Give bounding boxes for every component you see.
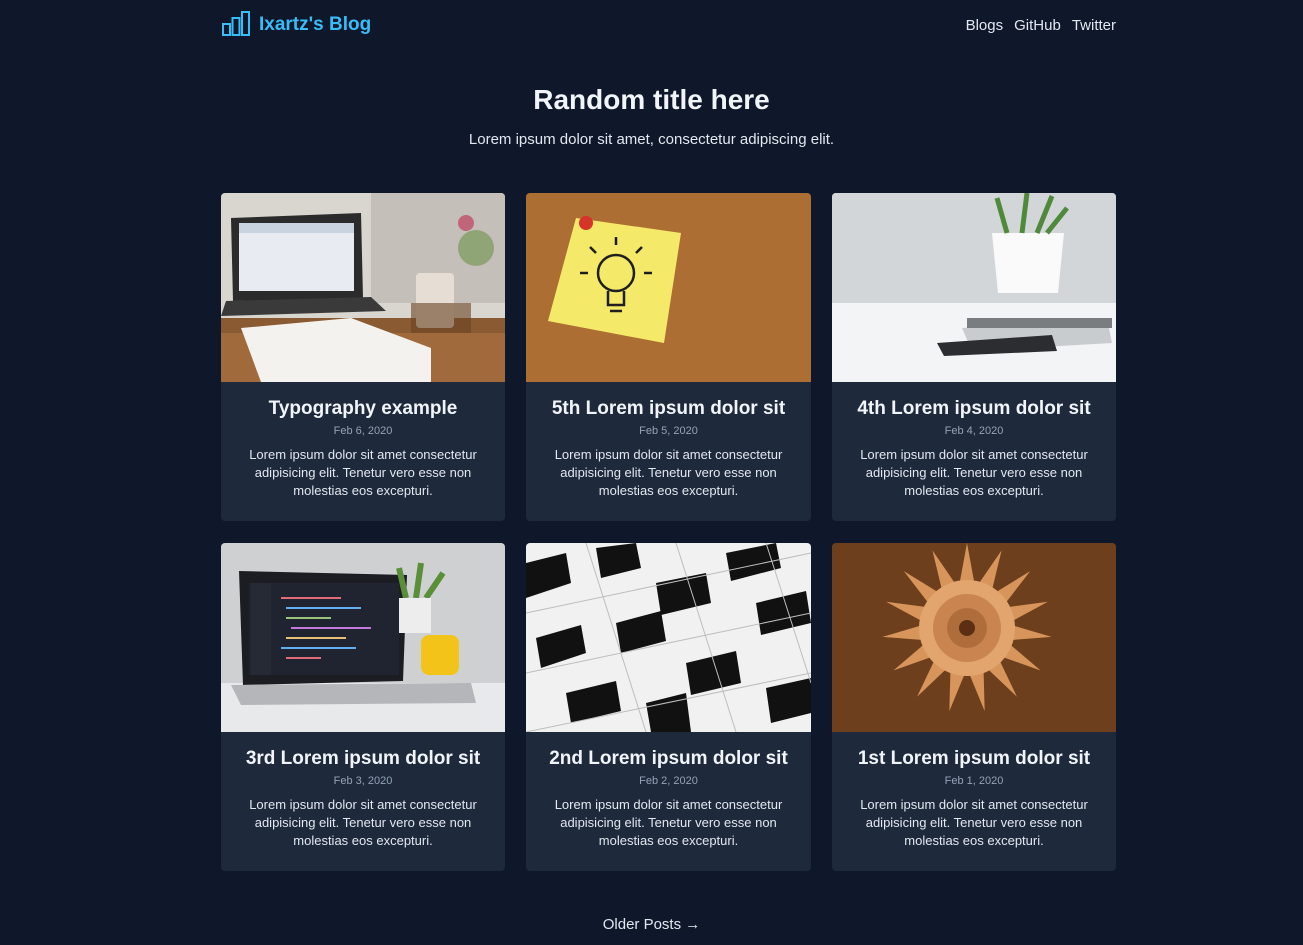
- page-title: Random title here: [533, 84, 770, 115]
- hero-section: Random title here Lorem ipsum dolor sit …: [0, 80, 1303, 148]
- post-date: Feb 2, 2020: [639, 775, 698, 787]
- post-card[interactable]: 2nd Lorem ipsum dolor sit Feb 2, 2020 Lo…: [526, 543, 811, 871]
- older-posts-link[interactable]: Older Posts →: [603, 916, 701, 933]
- post-grid: Typography example Feb 6, 2020 Lorem ips…: [221, 193, 1116, 871]
- post-title: 1st Lorem ipsum dolor sit: [857, 748, 1091, 769]
- nav-link-github[interactable]: GitHub: [1014, 17, 1061, 34]
- nav-link-twitter[interactable]: Twitter: [1072, 17, 1116, 34]
- post-card[interactable]: 4th Lorem ipsum dolor sit Feb 4, 2020 Lo…: [832, 193, 1116, 521]
- post-card[interactable]: 1st Lorem ipsum dolor sit Feb 1, 2020 Lo…: [832, 543, 1116, 871]
- top-nav: Ixartz's Blog Blogs GitHub Twitter: [221, 0, 1116, 50]
- post-card[interactable]: 3rd Lorem ipsum dolor sit Feb 3, 2020 Lo…: [221, 543, 505, 871]
- post-title: 5th Lorem ipsum dolor sit: [551, 398, 786, 419]
- post-title: 4th Lorem ipsum dolor sit: [857, 398, 1091, 419]
- post-date: Feb 5, 2020: [639, 425, 698, 437]
- post-card[interactable]: 5th Lorem ipsum dolor sit Feb 5, 2020 Lo…: [526, 193, 811, 521]
- pagination: Older Posts →: [0, 916, 1303, 933]
- post-date: Feb 3, 2020: [333, 775, 393, 787]
- post-date: Feb 1, 2020: [944, 775, 1004, 787]
- post-card[interactable]: Typography example Feb 6, 2020 Lorem ips…: [221, 193, 505, 521]
- post-thumbnail: [526, 543, 811, 732]
- nav-links: Blogs GitHub Twitter: [966, 17, 1116, 34]
- post-title: Typography example: [268, 398, 458, 419]
- post-date: Feb 6, 2020: [333, 425, 393, 437]
- post-title: 3rd Lorem ipsum dolor sit: [245, 748, 481, 769]
- post-thumbnail: [832, 193, 1116, 382]
- post-excerpt: Lorem ipsum dolor sit amet consectetur a…: [249, 797, 477, 848]
- post-thumbnail: [832, 543, 1116, 732]
- post-excerpt: Lorem ipsum dolor sit amet consectetur a…: [860, 797, 1088, 848]
- bar-chart-logo-icon: [221, 10, 251, 41]
- post-title: 2nd Lorem ipsum dolor sit: [549, 748, 788, 769]
- brand-link[interactable]: Ixartz's Blog: [221, 10, 371, 41]
- post-thumbnail: [221, 543, 505, 732]
- post-excerpt: Lorem ipsum dolor sit amet consectetur a…: [554, 447, 783, 498]
- post-date: Feb 4, 2020: [944, 425, 1004, 437]
- post-thumbnail: [221, 193, 505, 382]
- post-excerpt: Lorem ipsum dolor sit amet consectetur a…: [249, 447, 477, 498]
- post-excerpt: Lorem ipsum dolor sit amet consectetur a…: [554, 797, 783, 848]
- brand-name: Ixartz's Blog: [259, 14, 372, 35]
- post-excerpt: Lorem ipsum dolor sit amet consectetur a…: [860, 447, 1088, 498]
- post-thumbnail: [526, 193, 811, 382]
- page-subtitle: Lorem ipsum dolor sit amet, consectetur …: [468, 131, 835, 148]
- nav-link-blogs[interactable]: Blogs: [966, 17, 1004, 34]
